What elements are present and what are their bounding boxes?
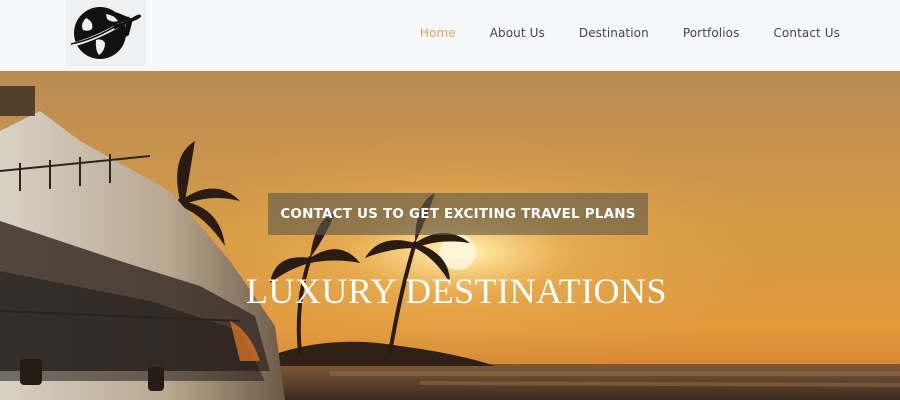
nav-about-us[interactable]: About Us (490, 26, 545, 40)
hero-title: LUXURY DESTINATIONS (245, 271, 668, 311)
nav-destination[interactable]: Destination (579, 26, 649, 40)
main-nav: Home About Us Destination Portfolios Con… (403, 0, 900, 66)
nav-contact-us[interactable]: Contact Us (773, 26, 840, 40)
nav-home[interactable]: Home (420, 26, 456, 40)
hero-background-image (0, 71, 900, 400)
nav-portfolios[interactable]: Portfolios (683, 26, 740, 40)
globe-airplane-icon[interactable] (66, 0, 146, 66)
navbar: Home About Us Destination Portfolios Con… (0, 0, 900, 71)
contact-cta-label: CONTACT US TO GET EXCITING TRAVEL PLANS (280, 206, 636, 222)
contact-cta-button[interactable]: CONTACT US TO GET EXCITING TRAVEL PLANS (268, 193, 648, 235)
hero-banner: CONTACT US TO GET EXCITING TRAVEL PLANS … (0, 71, 900, 400)
